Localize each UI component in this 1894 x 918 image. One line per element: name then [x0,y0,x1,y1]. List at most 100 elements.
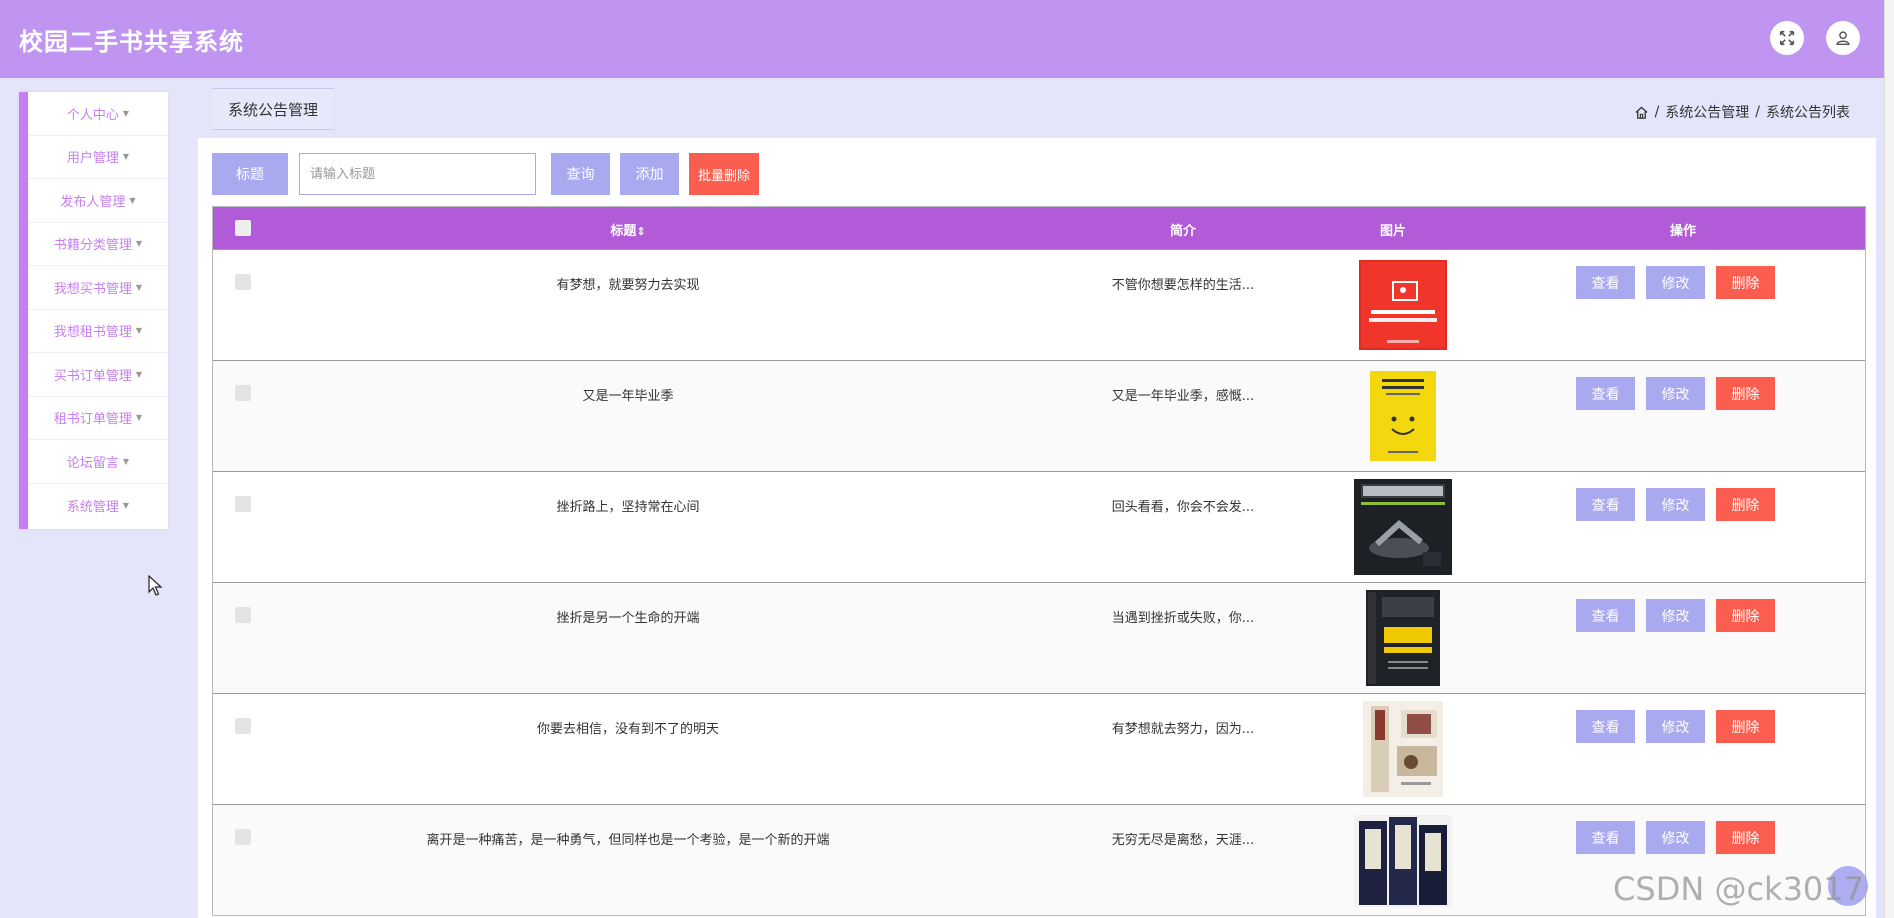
row-checkbox[interactable] [235,496,251,512]
sidebar-item-label: 书籍分类管理 [53,238,132,254]
edit-button[interactable]: 修改 [1646,599,1705,632]
page-scrollbar[interactable] [1884,0,1894,918]
sidebar-item-label: 用户管理 [66,151,119,167]
sidebar-item-forum[interactable]: 论坛留言 ▼ [28,440,168,484]
delete-button[interactable]: 删除 [1716,821,1775,854]
column-header-title[interactable]: 标题⇕ [413,220,843,239]
sidebar-item-user-management[interactable]: 用户管理 ▼ [28,136,168,179]
caret-down-icon: ▼ [135,413,143,423]
breadcrumb: / 系统公告管理 / 系统公告列表 [1634,102,1850,122]
breadcrumb-notice-management[interactable]: 系统公告管理 [1665,102,1749,122]
view-button[interactable]: 查看 [1576,821,1635,854]
row-checkbox[interactable] [235,274,251,290]
management-book-cover[interactable] [1353,589,1453,687]
table-row: 你要去相信，没有到不了的明天 有梦想就去努力，因为... 查看 修改 删除 [213,693,1865,804]
delete-button[interactable]: 删除 [1716,599,1775,632]
watermark: CSDN @ck3017 [1613,870,1864,908]
view-button[interactable]: 查看 [1576,710,1635,743]
table-row: 挫折路上，坚持常在心间 回头看看，你会不会发... 查看 修改 删除 [213,471,1865,582]
dizigui-book-cover[interactable] [1353,700,1453,798]
caret-down-icon: ▼ [122,456,130,466]
row-intro: 回头看看，你会不会发... [1111,500,1255,515]
sidebar-item-label: 发布人管理 [60,194,126,210]
table-row: 又是一年毕业季 又是一年毕业季，感慨... 查看 修改 删除 [213,360,1865,471]
row-title: 挫折路上，坚持常在心间 [556,500,700,515]
sidebar-item-want-buy[interactable]: 我想买书管理 ▼ [28,266,168,310]
caret-down-icon: ▼ [135,369,143,379]
tab-bar: 系统公告管理 / 系统公告管理 / 系统公告列表 [198,88,1876,138]
delete-button[interactable]: 删除 [1716,710,1775,743]
view-button[interactable]: 查看 [1576,266,1635,299]
edit-button[interactable]: 修改 [1646,266,1705,299]
row-checkbox[interactable] [235,607,251,623]
delete-button[interactable]: 删除 [1716,377,1775,410]
sidebar-item-label: 买书订单管理 [53,368,132,384]
add-button[interactable]: 添加 [620,153,679,195]
row-title: 挫折是另一个生命的开端 [556,611,700,626]
sidebar-item-publisher-management[interactable]: 发布人管理 ▼ [28,179,168,223]
breadcrumb-separator: / [1654,104,1660,120]
row-title: 又是一年毕业季 [582,389,674,404]
table-row: 挫折是另一个生命的开端 当遇到挫折或失败，你... 查看 修改 删除 [213,582,1865,693]
notice-table: 标题⇕ 简介 图片 操作 有梦想，就要努力去实现 不管你想要怎样的生活... 查… [212,206,1866,916]
home-icon[interactable] [1634,105,1649,120]
sort-icon[interactable]: ⇕ [636,225,645,238]
sidebar-item-label: 个人中心 [66,107,119,123]
row-intro: 不管你想要怎样的生活... [1111,278,1255,293]
sidebar-item-rent-orders[interactable]: 租书订单管理 ▼ [28,397,168,440]
app-title: 校园二手书共享系统 [19,27,244,56]
yellow-book-cover[interactable] [1353,367,1453,465]
sidebar-item-want-rent[interactable]: 我想租书管理 ▼ [28,310,168,353]
sidebar-menu: 个人中心 ▼ 用户管理 ▼ 发布人管理 ▼ 书籍分类管理 ▼ 我想买书管理 ▼ 我想租书管… [19,92,168,529]
sidebar-item-book-category[interactable]: 书籍分类管理 ▼ [28,223,168,266]
view-button[interactable]: 查看 [1576,488,1635,521]
caret-down-icon: ▼ [122,152,130,162]
column-header-intro: 简介 [1169,224,1196,239]
select-all-checkbox[interactable] [235,220,251,236]
row-title: 有梦想，就要努力去实现 [556,278,700,293]
tab-notice-management[interactable]: 系统公告管理 [212,88,335,130]
sidebar-item-label: 我想买书管理 [53,281,132,297]
caret-down-icon: ▼ [135,282,143,292]
title-field-label: 标题 [212,153,288,195]
mouse-cursor-icon [148,575,163,596]
sidebar-item-system[interactable]: 系统管理 ▼ [28,484,168,528]
edit-button[interactable]: 修改 [1646,488,1705,521]
sidebar-item-personal-center[interactable]: 个人中心 ▼ [28,92,168,136]
sidebar-item-label: 论坛留言 [66,455,119,471]
fullscreen-icon[interactable] [1770,21,1804,55]
user-avatar-icon[interactable] [1826,21,1860,55]
classic-set-cover[interactable] [1353,811,1453,909]
table-row: 有梦想，就要努力去实现 不管你想要怎样的生活... 查看 修改 删除 [213,249,1865,360]
query-button[interactable]: 查询 [551,153,610,195]
edit-button[interactable]: 修改 [1646,821,1705,854]
breadcrumb-notice-list: 系统公告列表 [1766,105,1850,121]
red-book-cover[interactable] [1353,256,1453,354]
column-header-ops: 操作 [1669,224,1696,239]
edit-button[interactable]: 修改 [1646,377,1705,410]
view-button[interactable]: 查看 [1576,599,1635,632]
main-panel: 系统公告管理 / 系统公告管理 / 系统公告列表 标题 查询 添加 批量删除 标… [198,88,1876,918]
delete-button[interactable]: 删除 [1716,488,1775,521]
caret-down-icon: ▼ [122,500,130,510]
sidebar-item-buy-orders[interactable]: 买书订单管理 ▼ [28,353,168,397]
view-button[interactable]: 查看 [1576,377,1635,410]
title-search-input[interactable] [299,153,536,195]
caret-down-icon: ▼ [135,239,143,249]
row-title: 离开是一种痛苦，是一种勇气，但同样也是一个考验，是一个新的开端 [426,833,830,848]
caret-down-icon: ▼ [135,326,143,336]
row-checkbox[interactable] [235,829,251,845]
row-checkbox[interactable] [235,385,251,401]
app-header: 校园二手书共享系统 [0,0,1884,78]
batch-delete-button[interactable]: 批量删除 [689,153,759,195]
row-intro: 有梦想就去努力，因为... [1111,722,1255,737]
fitness-book-cover[interactable] [1353,478,1453,576]
row-intro: 又是一年毕业季，感慨... [1111,389,1255,404]
delete-button[interactable]: 删除 [1716,266,1775,299]
caret-down-icon: ▼ [129,195,136,205]
edit-button[interactable]: 修改 [1646,710,1705,743]
sidebar-item-label: 我想租书管理 [53,325,132,341]
row-title: 你要去相信，没有到不了的明天 [536,722,719,737]
row-checkbox[interactable] [235,718,251,734]
content-area: 标题 查询 添加 批量删除 标题⇕ 简介 图片 操作 有梦想，就要努力去实现 不… [198,138,1876,918]
